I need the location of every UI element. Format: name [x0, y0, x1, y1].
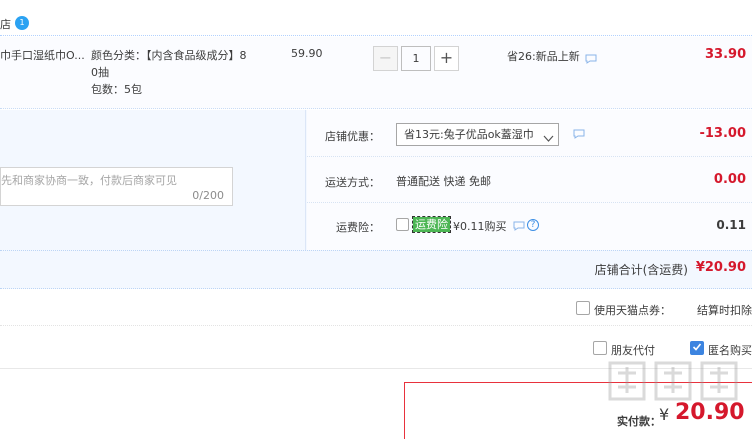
item-unit-price: 59.90: [291, 47, 323, 60]
item-subtotal: 33.90: [705, 47, 747, 62]
quantity-input[interactable]: 1: [401, 46, 431, 71]
points-checkbox[interactable]: [576, 301, 590, 315]
item-prop-color: 颜色分类：【内含食品级成分】8: [91, 49, 247, 62]
points-label: 使用天猫点券：: [594, 304, 671, 317]
insurance-price: ¥0.11购买: [453, 220, 507, 233]
coupon-discount-amount: -13.00: [699, 126, 746, 141]
total-currency: ¥: [659, 405, 670, 424]
help-circle-icon[interactable]: ?: [527, 219, 539, 231]
memo-char-count: 0/200: [192, 189, 224, 202]
shipping-label: 运送方式：: [325, 176, 380, 189]
item-discount-text: 省26:新品上新: [507, 50, 580, 63]
quantity-increase-button[interactable]: +: [434, 46, 459, 71]
delivery-options-panel: 店铺优惠： 省13元:兔子优品ok蓋湿巾 -13.00 运送方式： 普通配送 快…: [307, 110, 752, 250]
total-label: 实付款：: [617, 415, 661, 428]
order-total-box: 实付款： ¥ 20.90: [404, 382, 752, 439]
chat-bubble-icon[interactable]: [573, 129, 585, 142]
check-icon: [692, 343, 702, 351]
item-prop-color-cont: 0抽: [91, 66, 109, 79]
quantity-decrease-button[interactable]: −: [373, 46, 398, 71]
coupon-label: 店铺优惠：: [325, 130, 380, 143]
anonymous-purchase-label: 匿名购买: [708, 344, 752, 357]
friend-pay-label: 朋友代付: [611, 344, 655, 357]
insurance-tag: 运费险: [412, 216, 451, 233]
seller-memo-textarea[interactable]: 先和商家协商一致，付款后商家可见 0/200: [0, 167, 233, 206]
total-amount: 20.90: [675, 400, 745, 425]
shipping-fee: 0.00: [713, 172, 746, 187]
shop-header: 店 1: [0, 0, 752, 36]
insurance-label: 运费险：: [336, 221, 380, 234]
points-row: 使用天猫点券： 结算时扣除: [0, 290, 752, 326]
order-item-row: 巾手口湿纸巾O... 颜色分类：【内含食品级成分】8 0抽 包数：5包 59.9…: [0, 37, 752, 109]
order-options: 先和商家协商一致，付款后商家可见 0/200 店铺优惠： 省13元:兔子优品ok…: [0, 110, 752, 289]
friend-pay-checkbox[interactable]: [593, 341, 607, 355]
chevron-down-icon: [543, 129, 554, 145]
quantity-stepper: − 1 +: [373, 46, 459, 71]
shipping-method: 普通配送 快递 免邮: [396, 175, 491, 188]
item-properties: 颜色分类：【内含食品级成分】8 0抽 包数：5包: [91, 47, 261, 98]
shop-total-value: ¥20.90: [695, 260, 746, 275]
payment-options-row: 朋友代付 匿名购买: [0, 327, 752, 369]
shop-coupon-select[interactable]: 省13元:兔子优品ok蓋湿巾: [396, 123, 559, 146]
coupon-selected-value: 省13元:兔子优品ok蓋湿巾: [404, 128, 534, 141]
shop-name[interactable]: 店: [0, 16, 11, 32]
memo-panel: 先和商家协商一致，付款后商家可见 0/200: [0, 110, 306, 250]
item-prop-packs: 包数：5包: [91, 83, 142, 96]
shop-total-label: 店铺合计(含运费): [594, 263, 688, 277]
divider: [307, 156, 752, 157]
divider: [307, 202, 752, 203]
chat-bubble-icon[interactable]: [585, 54, 597, 67]
item-title[interactable]: 巾手口湿纸巾O...: [0, 47, 84, 63]
points-value: 结算时扣除: [697, 304, 752, 317]
anonymous-purchase-checkbox[interactable]: [690, 341, 704, 355]
insurance-checkbox[interactable]: [396, 218, 409, 231]
shop-total-row: 店铺合计(含运费) ¥20.90: [0, 250, 752, 289]
chat-bubble-icon[interactable]: [513, 221, 525, 234]
insurance-amount: 0.11: [716, 218, 746, 232]
memo-placeholder: 先和商家协商一致，付款后商家可见: [1, 174, 177, 187]
shop-chat-badge[interactable]: 1: [15, 16, 29, 30]
